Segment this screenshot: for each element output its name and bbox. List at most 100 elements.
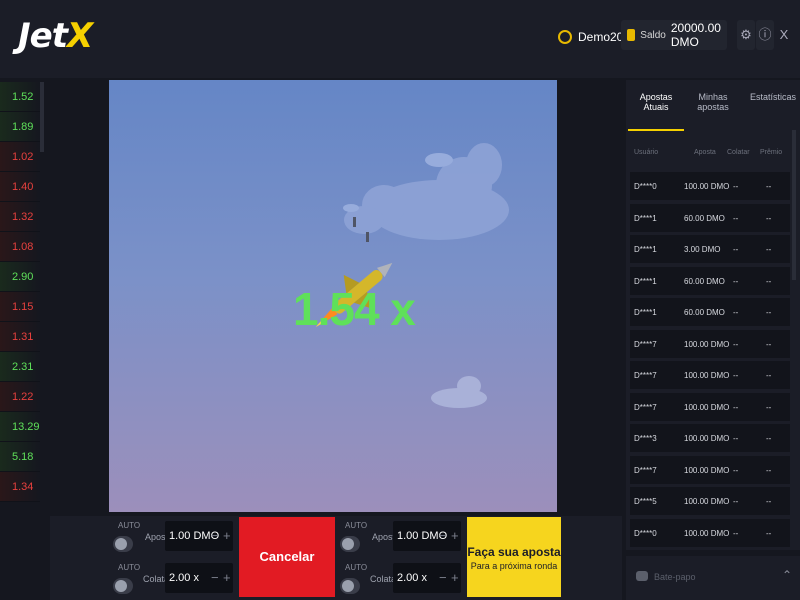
wallet-icon bbox=[627, 29, 636, 41]
jetx-logo: JetX bbox=[18, 16, 93, 56]
bet-row: D****7 100.00 DMO -- -- bbox=[630, 455, 790, 484]
bet-cashout: -- bbox=[733, 308, 739, 317]
close-icon: X bbox=[779, 27, 789, 42]
column-cashout: Colatar bbox=[727, 149, 750, 156]
balance-value: 20000.00 DMO bbox=[670, 21, 721, 49]
history-item: 1.89 bbox=[0, 112, 40, 142]
chat-bar[interactable]: Bate-papo ⌃ bbox=[626, 556, 800, 600]
auto-bet-toggle[interactable] bbox=[113, 536, 133, 552]
history-item: 2.90 bbox=[0, 262, 40, 292]
history-item: 1.08 bbox=[0, 232, 40, 262]
close-button[interactable]: X bbox=[775, 20, 793, 50]
bet-prize: -- bbox=[766, 213, 772, 223]
info-button[interactable]: ⓘ bbox=[756, 20, 774, 50]
history-item: 1.31 bbox=[0, 322, 40, 352]
history-item: 1.15 bbox=[0, 292, 40, 322]
bet-prize: -- bbox=[766, 528, 772, 538]
place-bet-label: Faça sua aposta bbox=[467, 545, 561, 559]
bet-row: D****1 60.00 DMO -- -- bbox=[630, 266, 790, 295]
multiplier-history: 1.52 1.89 1.02 1.40 1.32 1.08 2.90 1.15 1.31 2.31… bbox=[0, 82, 40, 600]
bet-amount: 60.00 DMO bbox=[684, 213, 725, 223]
auto-bet-toggle[interactable] bbox=[340, 536, 360, 552]
bet-decrease-button[interactable]: − bbox=[439, 528, 447, 543]
bet-user: D****0 bbox=[634, 182, 657, 191]
tab-statistics[interactable]: Estatísticas bbox=[748, 92, 798, 102]
tab-current-bets[interactable]: Apostas Atuais bbox=[634, 92, 678, 112]
bet-amount: 100.00 DMO bbox=[684, 402, 730, 412]
info-icon: ⓘ bbox=[758, 27, 772, 42]
place-bet-button[interactable]: Faça sua aposta Para a próxima ronda bbox=[467, 517, 561, 597]
bet-prize: -- bbox=[766, 308, 772, 317]
cashout-increase-button[interactable]: + bbox=[223, 570, 231, 585]
auto-cashout-toggle[interactable] bbox=[340, 578, 360, 594]
bet-cashout: -- bbox=[733, 245, 739, 254]
auto-cashout-toggle[interactable] bbox=[113, 578, 133, 594]
history-item: 1.32 bbox=[0, 202, 40, 232]
game-canvas: 1.54 x bbox=[109, 80, 557, 512]
bet-row: D****5 100.00 DMO -- -- bbox=[630, 487, 790, 515]
jetx-game-screen: JetX Demo206 Saldo 20000.00 DMO ⚙ ⓘ X 1.… bbox=[0, 0, 800, 600]
history-item: 5.18 bbox=[0, 442, 40, 472]
chat-icon bbox=[636, 571, 648, 581]
bet-row: D****0 100.00 DMO -- -- bbox=[630, 172, 790, 200]
balance-label: Saldo bbox=[640, 29, 666, 41]
cancel-button[interactable]: Cancelar bbox=[239, 517, 335, 597]
cashout-decrease-button[interactable]: − bbox=[439, 570, 447, 585]
column-prize: Prêmio bbox=[760, 149, 783, 156]
bet-cashout: -- bbox=[733, 339, 739, 349]
bet-cashout: -- bbox=[733, 371, 739, 380]
bet-increase-button[interactable]: + bbox=[223, 528, 231, 543]
bet-user: D****1 bbox=[634, 308, 657, 317]
bet-prize: -- bbox=[766, 371, 772, 380]
user-icon bbox=[558, 30, 572, 44]
bet-row: D****7 100.00 DMO -- -- bbox=[630, 392, 790, 421]
bet-prize: -- bbox=[766, 434, 772, 443]
bet-prize: -- bbox=[766, 339, 772, 349]
header: JetX Demo206 Saldo 20000.00 DMO ⚙ ⓘ X bbox=[0, 0, 800, 78]
bet-decrease-button[interactable]: − bbox=[211, 528, 219, 543]
bet-row: D****1 60.00 DMO -- -- bbox=[630, 298, 790, 326]
bet-prize: -- bbox=[766, 182, 772, 191]
bet-prize: -- bbox=[766, 276, 772, 286]
history-item: 1.02 bbox=[0, 142, 40, 172]
history-scrollbar[interactable] bbox=[40, 82, 44, 152]
auto-bet-label: AUTO bbox=[345, 521, 368, 530]
active-tab-indicator bbox=[628, 129, 684, 131]
logo-main: Jet bbox=[18, 16, 68, 56]
bet-row: D****0 100.00 DMO -- -- bbox=[630, 518, 790, 547]
bet-row: D****1 3.00 DMO -- -- bbox=[630, 235, 790, 263]
bet-user: D****7 bbox=[634, 465, 657, 475]
chevron-up-icon[interactable]: ⌃ bbox=[782, 568, 792, 582]
history-item: 1.22 bbox=[0, 382, 40, 412]
bet-row: D****1 60.00 DMO -- -- bbox=[630, 203, 790, 232]
bet-amount: 3.00 DMO bbox=[684, 245, 721, 254]
balance-box: Saldo 20000.00 DMO bbox=[621, 20, 727, 50]
cloud-low bbox=[431, 376, 487, 408]
bets-scrollbar[interactable] bbox=[792, 130, 796, 280]
tab-my-bets[interactable]: Minhas apostas bbox=[692, 92, 734, 112]
bet-user: D****1 bbox=[634, 245, 657, 254]
bet-user: D****3 bbox=[634, 434, 657, 443]
current-multiplier: 1.54 x bbox=[293, 283, 416, 335]
auto-cashout-label: AUTO bbox=[118, 563, 141, 572]
bet-amount: 100.00 DMO bbox=[684, 497, 730, 506]
bet-cashout: -- bbox=[733, 497, 739, 506]
cashout-increase-button[interactable]: + bbox=[451, 570, 459, 585]
bet-amount: 100.00 DMO bbox=[684, 371, 730, 380]
bets-tabs: Apostas Atuais Minhas apostas Estatístic… bbox=[626, 80, 800, 132]
bet-amount: 60.00 DMO bbox=[684, 308, 725, 317]
user-info[interactable]: Demo206 bbox=[558, 26, 630, 48]
chat-placeholder: Bate-papo bbox=[654, 572, 696, 582]
bet-amount: 60.00 DMO bbox=[684, 276, 725, 286]
cashout-decrease-button[interactable]: − bbox=[211, 570, 219, 585]
history-item: 1.52 bbox=[0, 82, 40, 112]
history-item: 1.34 bbox=[0, 472, 40, 502]
bet-cashout: -- bbox=[733, 528, 739, 538]
bet-increase-button[interactable]: + bbox=[451, 528, 459, 543]
gear-icon: ⚙ bbox=[740, 27, 752, 42]
bet-amount: 100.00 DMO bbox=[684, 434, 730, 443]
column-user: Usuário bbox=[634, 149, 659, 156]
settings-button[interactable]: ⚙ bbox=[737, 20, 755, 50]
bet-row: D****7 100.00 DMO -- -- bbox=[630, 329, 790, 358]
bet-cashout: -- bbox=[733, 465, 739, 475]
